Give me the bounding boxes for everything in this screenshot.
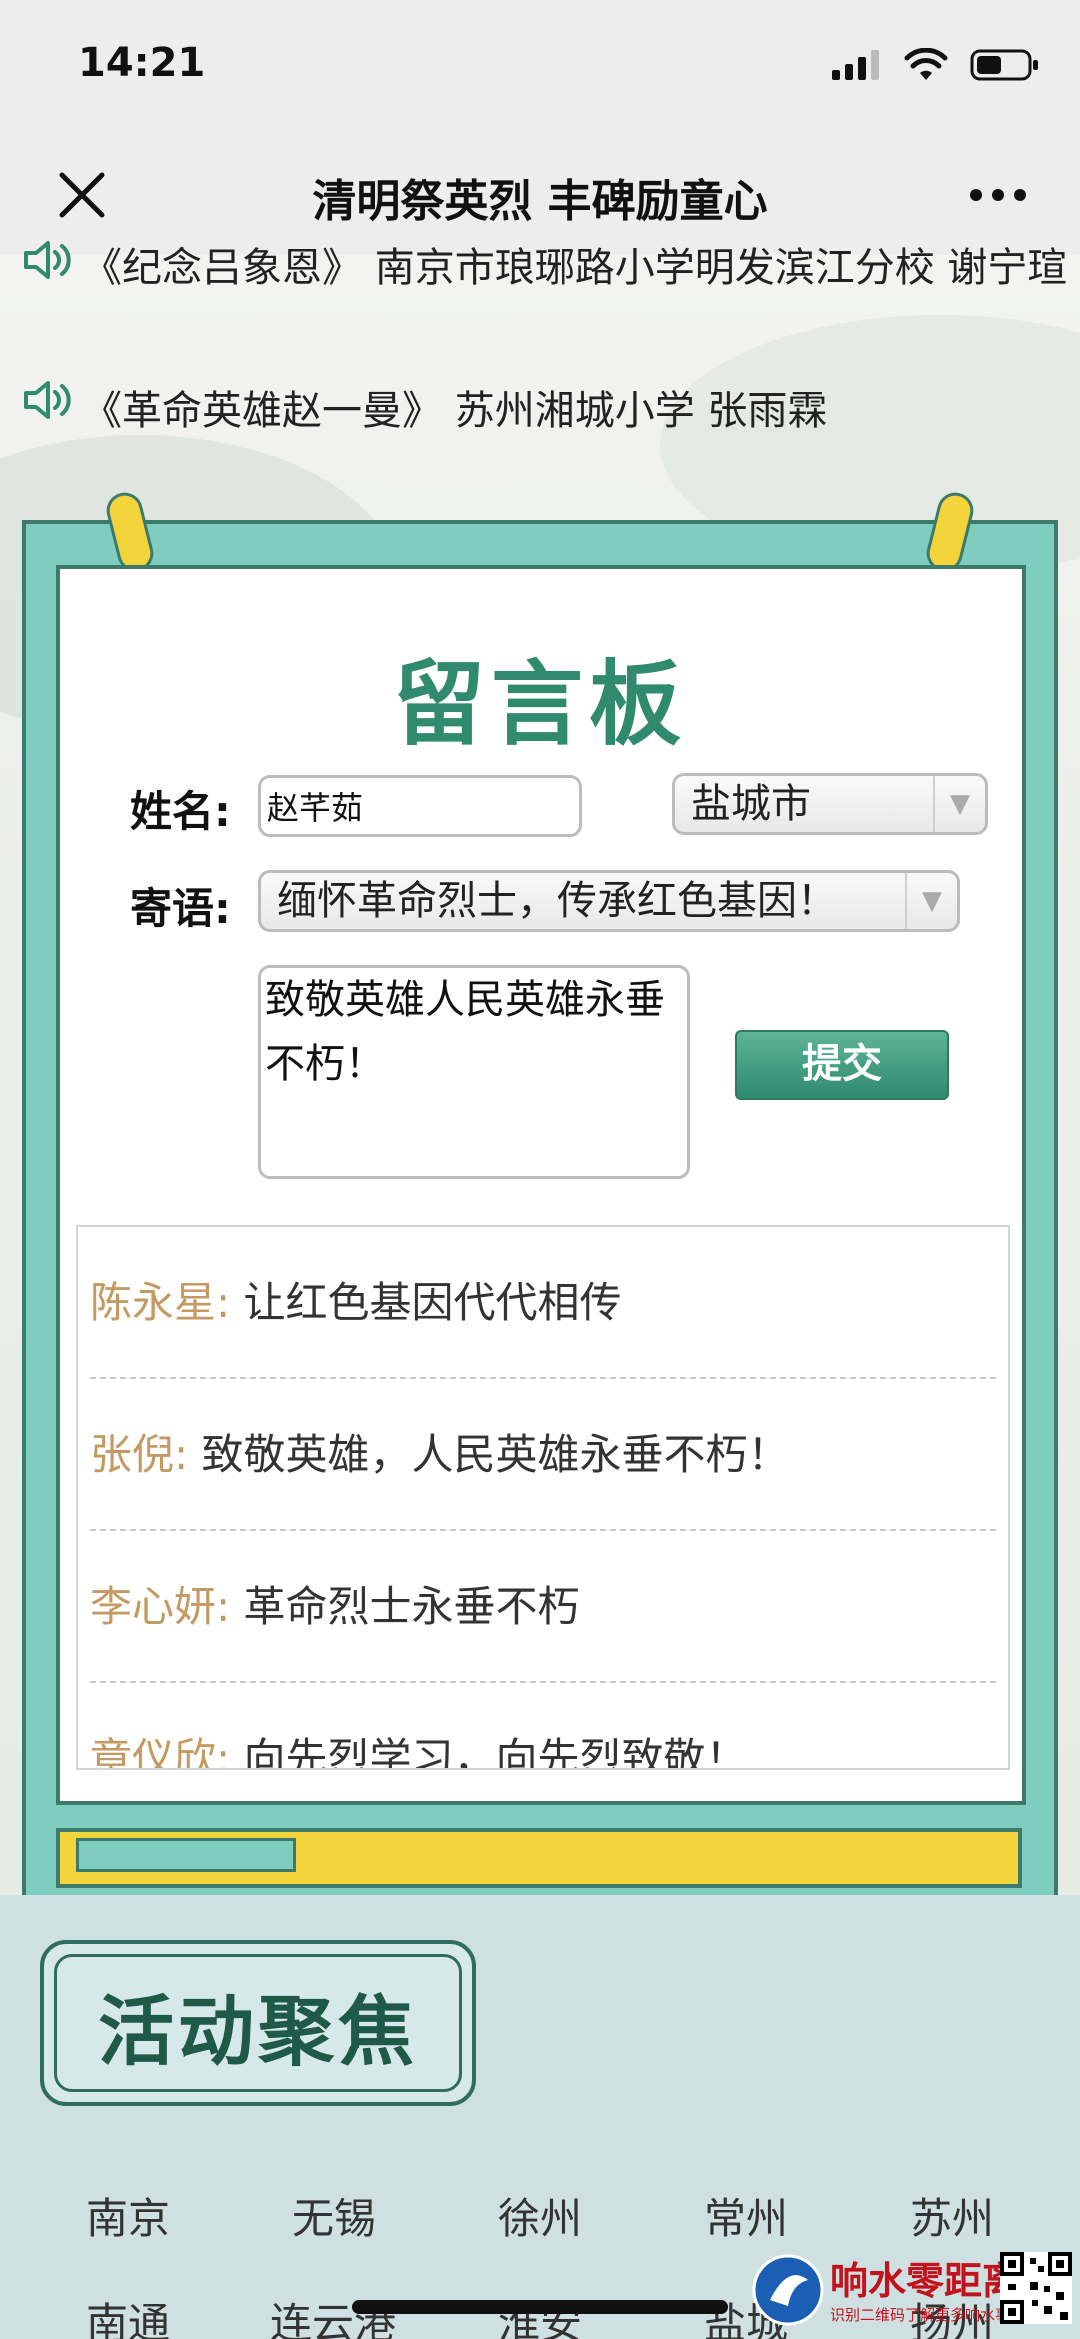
status-icons <box>832 48 1040 82</box>
more-options-icon[interactable] <box>968 173 1028 217</box>
audio-item-label: 《纪念吕象恩》 南京市琅琊路小学明发滨江分校 谢宁瑄 <box>82 245 1068 291</box>
list-item: 陈永星: 让红色基因代代相传 <box>90 1227 996 1379</box>
chevron-down-icon: ▼ <box>933 776 985 832</box>
watermark-subtitle: 识别二维码了解更多响水事 <box>830 2306 1011 2324</box>
chevron-down-icon: ▼ <box>905 873 957 929</box>
message-label: 寄语: <box>130 884 231 933</box>
list-item: 李心妍: 革命烈士永垂不朽 <box>90 1531 996 1683</box>
speaker-icon <box>24 241 71 279</box>
activity-title: 活动聚焦 <box>98 1987 418 2076</box>
status-time: 14:21 <box>78 40 206 86</box>
name-input[interactable] <box>258 775 582 837</box>
city-select[interactable]: 盐城市 ▼ <box>672 773 988 835</box>
city-link-lianyungang[interactable]: 连云港 <box>270 2290 396 2339</box>
city-link-suzhou[interactable]: 苏州 <box>910 2185 994 2246</box>
nav-bar: 清明祭英烈 丰碑励童心 <box>0 135 1080 255</box>
city-link-nantong[interactable]: 南通 <box>86 2290 170 2339</box>
city-link-huaian[interactable]: 淮安 <box>498 2290 582 2339</box>
city-link-wuxi[interactable]: 无锡 <box>292 2185 376 2246</box>
city-link-xuzhou[interactable]: 徐州 <box>498 2185 582 2246</box>
message-textarea[interactable] <box>258 965 690 1179</box>
message-preset-select[interactable]: 缅怀革命烈士，传承红色基因！ ▼ <box>258 870 960 932</box>
audio-item[interactable]: 《纪念吕象恩》 南京市琅琊路小学明发滨江分校 谢宁瑄 <box>22 238 1072 298</box>
watermark: 响水零距离 识别二维码了解更多响水事 <box>748 2250 1080 2339</box>
list-item: 章仪欣: 向先烈学习，向先烈致敬！ <box>90 1683 996 1770</box>
name-label: 姓名: <box>130 787 231 836</box>
brand-logo-icon <box>752 2254 824 2326</box>
qr-code-icon <box>1000 2252 1072 2324</box>
commenter-name: 张倪: <box>90 1430 189 1479</box>
home-indicator[interactable] <box>352 2300 728 2314</box>
commenter-name: 陈永星: <box>90 1278 231 1327</box>
comment-text: 向先烈学习，向先烈致敬！ <box>243 1734 748 1770</box>
submit-button[interactable]: 提交 <box>735 1030 949 1100</box>
speaker-icon <box>24 381 71 419</box>
status-bar: 14:21 <box>0 0 1080 135</box>
audio-item[interactable]: 《革命英雄赵一曼》 苏州湘城小学 张雨霖 <box>22 378 827 436</box>
watermark-brand: 响水零距离 <box>830 2258 1021 2303</box>
city-link-nanjing[interactable]: 南京 <box>86 2185 170 2246</box>
board-title: 留言板 <box>392 650 687 758</box>
city-link-changzhou[interactable]: 常州 <box>704 2185 788 2246</box>
comment-list[interactable]: 陈永星: 让红色基因代代相传 张倪: 致敬英雄，人民英雄永垂不朽！ 李心妍: 革… <box>76 1225 1010 1770</box>
commenter-name: 章仪欣: <box>90 1734 231 1770</box>
battery-icon <box>970 49 1038 81</box>
page-title: 清明祭英烈 丰碑励童心 <box>312 176 768 227</box>
comment-text: 让红色基因代代相传 <box>243 1278 622 1327</box>
list-item: 张倪: 致敬英雄，人民英雄永垂不朽！ <box>90 1379 996 1531</box>
city-select-value: 盐城市 <box>691 781 811 827</box>
wifi-icon <box>904 48 948 80</box>
comment-text: 革命烈士永垂不朽 <box>243 1582 580 1631</box>
board-bottom-tab <box>76 1838 296 1872</box>
cellular-signal-icon <box>832 50 879 80</box>
message-preset-value: 缅怀革命烈士，传承红色基因！ <box>277 878 837 924</box>
audio-item-label: 《革命英雄赵一曼》 苏州湘城小学 张雨霖 <box>82 388 828 434</box>
commenter-name: 李心妍: <box>90 1582 231 1631</box>
comment-text: 致敬英雄，人民英雄永垂不朽！ <box>201 1430 790 1479</box>
